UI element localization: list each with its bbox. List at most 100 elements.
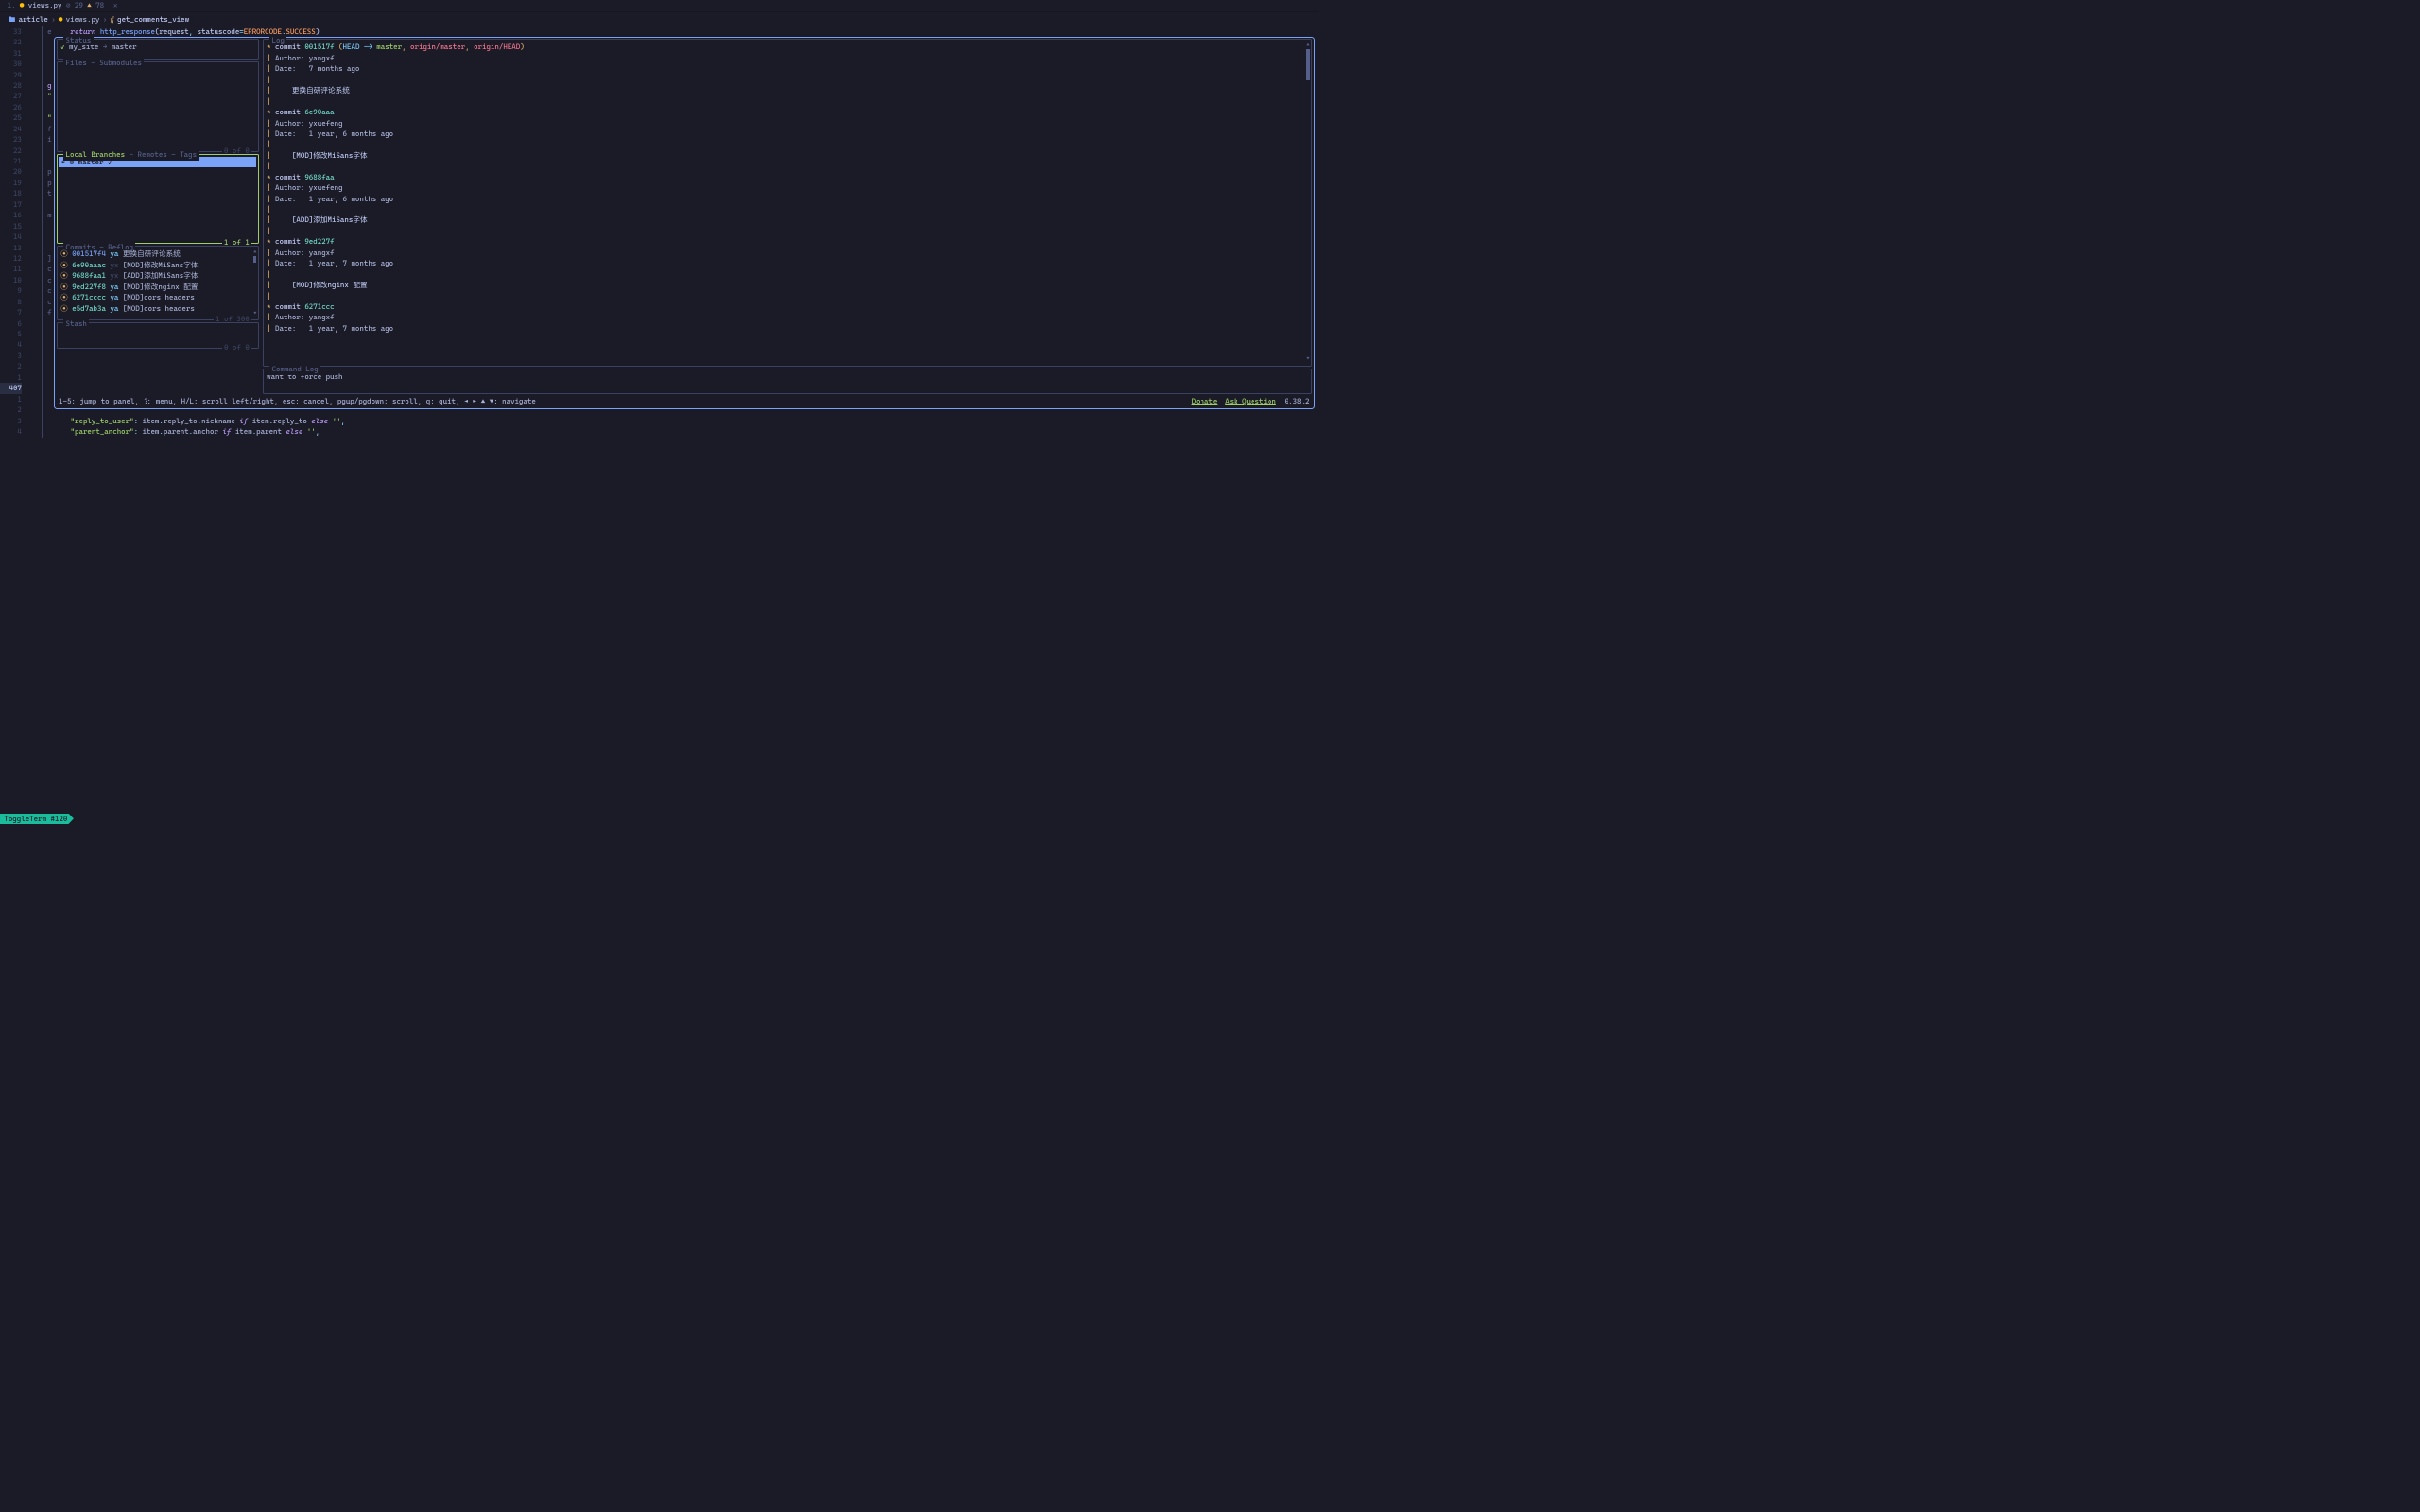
version-label: 0.38.2	[1285, 397, 1310, 405]
line-number: 3	[0, 416, 22, 426]
line-number: 2	[0, 361, 22, 371]
line-number: 407	[0, 383, 22, 393]
tab-views-py[interactable]: 1. ⬤ views.py ⊘ 29 ▲ 78 ✕	[0, 0, 125, 11]
branches-panel[interactable]: Local Branches - Remotes - Tags * ⚙ mast…	[57, 154, 259, 244]
close-icon[interactable]: ✕	[113, 0, 118, 10]
scrollbar-thumb[interactable]	[253, 256, 256, 263]
scrollbar-thumb[interactable]	[1306, 49, 1309, 80]
folded-char	[47, 59, 54, 69]
line-number: 26	[0, 102, 22, 112]
log-line: | Author: yangxf	[267, 53, 1307, 63]
line-number: 31	[0, 48, 22, 59]
scroll-down-arrow[interactable]: ▼	[1306, 355, 1309, 363]
line-number-gutter: 3332313029282726252423222120191817161514…	[0, 26, 26, 814]
help-bar: 1-5: jump to panel, ?: menu, H/L: scroll…	[55, 395, 1314, 408]
line-number: 17	[0, 199, 22, 210]
crumb-function[interactable]: get_comments_view	[117, 14, 189, 25]
log-line: | [ADD]添加MiSans字体	[267, 215, 1307, 225]
log-line: | Author: yxuefeng	[267, 182, 1307, 193]
folded-char	[47, 372, 54, 383]
lazygit-window[interactable]: Status ✓ my_site → master Files - Submod…	[54, 37, 1315, 408]
log-line: | Author: yangxf	[267, 248, 1307, 258]
line-number: 1	[0, 372, 22, 383]
line-number: 30	[0, 59, 22, 69]
line-number: 33	[0, 26, 22, 37]
log-line: | Author: yangxf	[267, 312, 1307, 322]
stash-counter: 0 of 0	[222, 342, 251, 352]
tab-diag-count: ⊘ 29	[66, 0, 83, 10]
line-number: 29	[0, 70, 22, 80]
log-line: |	[267, 161, 1307, 171]
log-panel[interactable]: Log * commit 001517f (HEAD -> master, or…	[263, 39, 1312, 366]
line-number: 22	[0, 146, 22, 156]
log-line: | Date: 1 year, 7 months ago	[267, 323, 1307, 334]
panel-title-status: Status	[63, 35, 93, 45]
crumb-folder[interactable]: article	[19, 14, 48, 25]
line-number: 32	[0, 37, 22, 47]
status-panel[interactable]: Status ✓ my_site → master	[57, 39, 259, 60]
log-line: |	[267, 139, 1307, 149]
folded-char	[47, 156, 54, 166]
toggleterm-badge[interactable]: ToggleTerm #120	[0, 814, 74, 824]
folded-char: "	[47, 112, 54, 123]
folded-char	[47, 318, 54, 329]
log-line: |	[267, 226, 1307, 236]
command-log-panel[interactable]: Command Log want to force push	[263, 369, 1312, 394]
log-line: | Date: 1 year, 6 months ago	[267, 194, 1307, 204]
line-number: 28	[0, 80, 22, 91]
code-line: "parent_anchor": item.parent.anchor if i…	[54, 426, 345, 437]
lazygit-left-column: Status ✓ my_site → master Files - Submod…	[55, 38, 261, 395]
python-icon: ⬤	[20, 0, 24, 10]
code-content-bottom[interactable]: "reply_to_user": item.reply_to.nickname …	[54, 416, 345, 438]
folded-char: e	[47, 26, 54, 37]
breadcrumb: 🖿 article › ⬤ views.py › ƒ get_comments_…	[0, 12, 1319, 26]
line-number: 25	[0, 112, 22, 123]
line-number: 13	[0, 243, 22, 253]
editor-area: 3332313029282726252423222120191817161514…	[0, 26, 1319, 814]
line-number: 20	[0, 166, 22, 177]
panel-title-cmdlog: Command Log	[269, 364, 320, 374]
folded-char: p	[47, 178, 54, 188]
folded-char: c	[47, 264, 54, 274]
indent-guides	[26, 26, 47, 814]
folder-icon: 🖿	[9, 14, 16, 25]
panel-title-log: Log	[269, 35, 286, 45]
line-number: 2	[0, 404, 22, 415]
log-line: * commit 9ed227f	[267, 236, 1307, 247]
line-number: 12	[0, 253, 22, 264]
stash-panel[interactable]: Stash 0 of 0	[57, 322, 259, 348]
crumb-file[interactable]: views.py	[66, 14, 100, 25]
folded-char: f	[47, 124, 54, 134]
line-number: 3	[0, 351, 22, 361]
line-number: 4	[0, 426, 22, 437]
commit-item[interactable]: ⦿ e5d7ab3a ya [MOD]cors headers	[60, 303, 254, 314]
line-number: 23	[0, 134, 22, 145]
folded-char	[47, 70, 54, 80]
line-number: 7	[0, 307, 22, 318]
folded-char: ]	[47, 253, 54, 264]
commits-panel[interactable]: Commits - Reflog ⦿ 001517f4 ya 更换自研评论系统⦿…	[57, 246, 259, 320]
function-icon: ƒ	[110, 14, 113, 25]
folded-char	[47, 232, 54, 242]
commit-item[interactable]: ⦿ 6e90aaac yx [MOD]修改MiSans字体	[60, 260, 254, 270]
line-number: 8	[0, 297, 22, 307]
log-line: * commit 001517f (HEAD -> master, origin…	[267, 42, 1307, 52]
log-line: | 更换自研评论系统	[267, 85, 1307, 95]
tab-bar: 1. ⬤ views.py ⊘ 29 ▲ 78 ✕	[0, 0, 1319, 12]
scroll-down-arrow[interactable]: ▼	[253, 310, 256, 318]
line-number: 1	[0, 394, 22, 404]
log-line: | [MOD]修改MiSans字体	[267, 150, 1307, 161]
commit-item[interactable]: ⦿ 9ed227f8 ya [MOD]修改nginx 配置	[60, 282, 254, 292]
files-panel[interactable]: Files - Submodules 0 of 0	[57, 61, 259, 151]
log-line: | Date: 1 year, 7 months ago	[267, 258, 1307, 268]
donate-link[interactable]: Donate	[1192, 397, 1218, 405]
commit-item[interactable]: ⦿ 6271cccc ya [MOD]cors headers	[60, 292, 254, 302]
commit-item[interactable]: ⦿ 9688faa1 yx [ADD]添加MiSans字体	[60, 270, 254, 281]
folded-char	[47, 48, 54, 59]
chevron-right-icon: ›	[103, 14, 107, 25]
line-number: 14	[0, 232, 22, 242]
commit-item[interactable]: ⦿ 001517f4 ya 更换自研评论系统	[60, 249, 254, 259]
log-line: * commit 6271ccc	[267, 301, 1307, 312]
ask-question-link[interactable]: Ask Question	[1225, 397, 1276, 405]
help-text: 1-5: jump to panel, ?: menu, H/L: scroll…	[59, 396, 536, 406]
